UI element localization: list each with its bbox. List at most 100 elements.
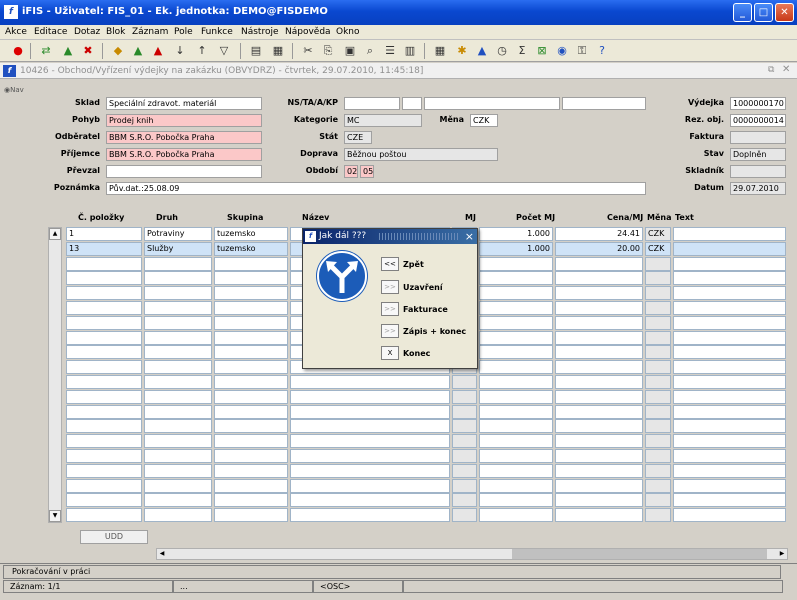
cell-skupina[interactable] xyxy=(214,271,288,285)
scroll-up-icon[interactable]: ▲ xyxy=(49,228,61,240)
maximize-button[interactable]: □ xyxy=(754,3,773,22)
cell-pocet[interactable]: 1.000 xyxy=(479,242,553,256)
cell-pocet[interactable] xyxy=(479,286,553,300)
faktura-field[interactable] xyxy=(730,131,786,144)
mena-field[interactable]: CZK xyxy=(470,114,498,127)
cell-text[interactable] xyxy=(673,271,786,285)
cell-pocet[interactable] xyxy=(479,375,553,389)
cell-text[interactable] xyxy=(673,316,786,330)
cell-pocet[interactable] xyxy=(479,271,553,285)
prevzal-field[interactable] xyxy=(106,165,262,178)
cell-pocet[interactable] xyxy=(479,257,553,271)
nav-panel[interactable]: ◉Nav xyxy=(4,86,34,98)
cell-pocet[interactable] xyxy=(479,360,553,374)
cell-skupina[interactable] xyxy=(214,434,288,448)
cell-cislo[interactable] xyxy=(66,345,142,359)
cell-cislo[interactable] xyxy=(66,331,142,345)
cell-skupina[interactable] xyxy=(214,464,288,478)
help-icon[interactable]: ? xyxy=(594,43,610,59)
cell-cena[interactable] xyxy=(555,257,643,271)
copy-icon[interactable]: ⎘ xyxy=(320,43,336,59)
cell-mj[interactable] xyxy=(452,479,477,493)
cell-mena[interactable]: CZK xyxy=(645,242,671,256)
cell-cena[interactable] xyxy=(555,271,643,285)
cell-skupina[interactable] xyxy=(214,493,288,507)
obdobi-year-field[interactable]: 02 xyxy=(344,165,358,178)
document-close-icon[interactable]: ✕ xyxy=(782,64,790,75)
cell-mj[interactable] xyxy=(452,434,477,448)
cell-cena[interactable] xyxy=(555,331,643,345)
cell-cislo[interactable] xyxy=(66,434,142,448)
cell-cena[interactable]: 24.41 xyxy=(555,227,643,241)
cell-druh[interactable] xyxy=(144,390,212,404)
cell-druh[interactable]: Potraviny xyxy=(144,227,212,241)
find-icon[interactable]: ⌕ xyxy=(362,43,378,59)
cell-cena[interactable] xyxy=(555,360,643,374)
cell-mj[interactable] xyxy=(452,493,477,507)
dialog-close-icon[interactable]: × xyxy=(465,229,474,244)
cell-cislo[interactable] xyxy=(66,360,142,374)
cell-cislo[interactable]: 1 xyxy=(66,227,142,241)
cell-skupina[interactable]: tuzemsko xyxy=(214,227,288,241)
cell-cislo[interactable] xyxy=(66,286,142,300)
menu-dotaz[interactable]: Dotaz xyxy=(74,27,100,37)
cell-cislo[interactable] xyxy=(66,479,142,493)
kategorie-field[interactable]: MC xyxy=(344,114,422,127)
cell-text[interactable] xyxy=(673,331,786,345)
stav-field[interactable]: Doplněn xyxy=(730,148,786,161)
cell-mena[interactable] xyxy=(645,271,671,285)
cell-cena[interactable] xyxy=(555,464,643,478)
cell-druh[interactable]: Služby xyxy=(144,242,212,256)
cell-skupina[interactable] xyxy=(214,345,288,359)
insert-record-icon[interactable]: ⇄ xyxy=(38,43,54,59)
kp-field[interactable] xyxy=(562,97,646,110)
cell-pocet[interactable] xyxy=(479,508,553,522)
scroll-right-icon[interactable]: ▶ xyxy=(777,549,787,559)
cell-cena[interactable] xyxy=(555,479,643,493)
cut-icon[interactable]: ✂ xyxy=(300,43,316,59)
cell-text[interactable] xyxy=(673,345,786,359)
udd-button[interactable]: UDD xyxy=(80,530,148,544)
cell-text[interactable] xyxy=(673,508,786,522)
window-titlebar[interactable]: f iFIS - Uživatel: FIS_01 - Ek. jednotka… xyxy=(0,0,797,25)
cell-cena[interactable]: 20.00 xyxy=(555,242,643,256)
cell-pocet[interactable] xyxy=(479,493,553,507)
cell-text[interactable] xyxy=(673,375,786,389)
cell-text[interactable] xyxy=(673,301,786,315)
cell-text[interactable] xyxy=(673,405,786,419)
key-icon[interactable]: ⚿ xyxy=(574,43,590,59)
cell-cislo[interactable] xyxy=(66,493,142,507)
cell-skupina[interactable] xyxy=(214,257,288,271)
cell-druh[interactable] xyxy=(144,449,212,463)
rezobj-field[interactable]: 0000000014 xyxy=(730,114,786,127)
cell-pocet[interactable] xyxy=(479,449,553,463)
cell-mena[interactable] xyxy=(645,434,671,448)
cell-skupina[interactable] xyxy=(214,390,288,404)
cell-text[interactable] xyxy=(673,257,786,271)
ta-field[interactable] xyxy=(402,97,422,110)
cell-cislo[interactable] xyxy=(66,316,142,330)
cell-mj[interactable] xyxy=(452,464,477,478)
cell-skupina[interactable]: tuzemsko xyxy=(214,242,288,256)
columns-icon[interactable]: ▥ xyxy=(402,43,418,59)
save-icon[interactable]: ▲ xyxy=(60,43,76,59)
cell-pocet[interactable] xyxy=(479,390,553,404)
cell-cena[interactable] xyxy=(555,419,643,433)
web-icon[interactable]: ◉ xyxy=(554,43,570,59)
cell-druh[interactable] xyxy=(144,271,212,285)
cell-nazev[interactable] xyxy=(290,508,450,522)
cell-mj[interactable] xyxy=(452,419,477,433)
cell-mena[interactable]: CZK xyxy=(645,227,671,241)
menu-okno[interactable]: Okno xyxy=(336,27,360,37)
cell-mena[interactable] xyxy=(645,464,671,478)
cell-druh[interactable] xyxy=(144,464,212,478)
cell-skupina[interactable] xyxy=(214,449,288,463)
cell-cislo[interactable] xyxy=(66,464,142,478)
cell-pocet[interactable]: 1.000 xyxy=(479,227,553,241)
cell-text[interactable] xyxy=(673,493,786,507)
cell-mena[interactable] xyxy=(645,405,671,419)
cell-text[interactable] xyxy=(673,360,786,374)
cell-cislo[interactable] xyxy=(66,375,142,389)
horizontal-scroll-thumb[interactable] xyxy=(512,549,767,559)
cell-skupina[interactable] xyxy=(214,331,288,345)
